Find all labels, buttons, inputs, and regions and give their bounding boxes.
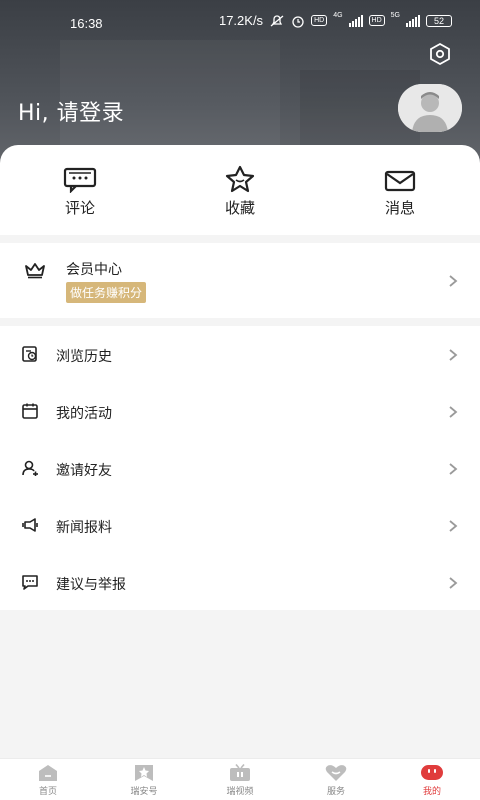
tab-home[interactable]: 首页 <box>0 759 96 800</box>
default-avatar-icon <box>398 84 462 132</box>
feedback-icon <box>22 575 38 590</box>
hd-badge: HD <box>311 15 328 26</box>
signal-icon <box>406 14 420 27</box>
tab-label: 我的 <box>422 787 441 797</box>
network-type-label: 5G <box>390 12 400 19</box>
menu-item-feedback[interactable]: 建议与举报 <box>0 554 480 611</box>
calendar-icon <box>22 403 38 419</box>
menu-item-history[interactable]: 浏览历史 <box>0 326 480 383</box>
member-center-row[interactable]: 会员中心 做任务赚积分 <box>0 243 480 318</box>
crown-icon <box>25 263 45 279</box>
profile-icon <box>421 765 443 780</box>
menu-item-activities[interactable]: 我的活动 <box>0 383 480 440</box>
tab-ruian-account[interactable]: 瑞安号 <box>96 759 192 800</box>
tab-label: 服务 <box>326 787 345 797</box>
settings-hex-icon[interactable] <box>428 42 452 66</box>
star-icon <box>225 165 255 193</box>
quick-action-label: 收藏 <box>224 199 255 217</box>
battery-level: 52 <box>433 15 444 26</box>
news-tip-icon <box>22 518 38 532</box>
status-bar: 16:38 17.2K/s HD 4G HD 5G 52 <box>0 0 480 44</box>
mute-icon <box>270 14 284 26</box>
member-task-badge[interactable]: 做任务赚积分 <box>66 282 147 303</box>
history-icon <box>22 346 37 362</box>
comment-icon <box>63 167 97 193</box>
quick-actions-card: 评论 收藏 消息 <box>0 145 480 235</box>
tab-label: 瑞视频 <box>226 787 254 797</box>
tab-ruian-video[interactable]: 瑞视频 <box>192 759 288 800</box>
quick-action-label: 评论 <box>64 199 95 217</box>
network-speed: 17.2K/s <box>218 13 264 28</box>
mail-icon <box>384 170 416 192</box>
hd-badge: HD <box>368 15 385 26</box>
quick-action-comments[interactable]: 评论 <box>30 163 130 218</box>
status-time: 16:38 <box>70 16 103 31</box>
menu-item-invite[interactable]: 邀请好友 <box>0 440 480 497</box>
tab-label: 首页 <box>38 787 57 797</box>
chevron-right-icon <box>449 520 458 532</box>
member-center-title: 会员中心 <box>66 262 122 278</box>
quick-action-label: 消息 <box>384 199 415 217</box>
quick-action-favorites[interactable]: 收藏 <box>190 163 290 218</box>
menu-item-label: 建议与举报 <box>56 577 126 593</box>
menu-item-news-tip[interactable]: 新闻报料 <box>0 497 480 554</box>
status-indicators: 17.2K/s HD 4G HD 5G 52 <box>218 12 452 28</box>
menu-item-label: 浏览历史 <box>56 349 112 365</box>
tab-label: 瑞安号 <box>130 787 158 797</box>
home-icon <box>39 765 57 781</box>
tv-icon <box>230 764 250 781</box>
quick-action-messages[interactable]: 消息 <box>350 163 450 218</box>
bottom-tab-bar: 首页 瑞安号 瑞视频 服务 我的 <box>0 758 480 800</box>
menu-item-label: 我的活动 <box>56 406 112 422</box>
battery-icon: 52 <box>426 14 452 27</box>
alarm-icon <box>292 15 304 28</box>
network-type-label: 4G <box>333 12 343 19</box>
heart-icon <box>325 765 347 781</box>
chevron-right-icon <box>449 406 458 418</box>
chevron-right-icon <box>449 349 458 361</box>
tab-services[interactable]: 服务 <box>288 759 384 800</box>
chevron-right-icon <box>449 275 458 287</box>
chevron-right-icon <box>449 577 458 589</box>
avatar[interactable] <box>398 84 462 132</box>
menu-list: 浏览历史 我的活动 邀请好友 新闻报料 建议与举报 <box>0 326 480 610</box>
menu-item-label: 邀请好友 <box>56 463 112 479</box>
login-greeting[interactable]: Hi, 请登录 <box>18 95 124 127</box>
menu-item-label: 新闻报料 <box>56 520 112 536</box>
signal-icon <box>348 14 363 27</box>
chevron-right-icon <box>449 463 458 475</box>
invite-user-icon <box>22 460 38 476</box>
tab-mine[interactable]: 我的 <box>384 759 480 800</box>
bookmark-icon <box>135 765 153 781</box>
